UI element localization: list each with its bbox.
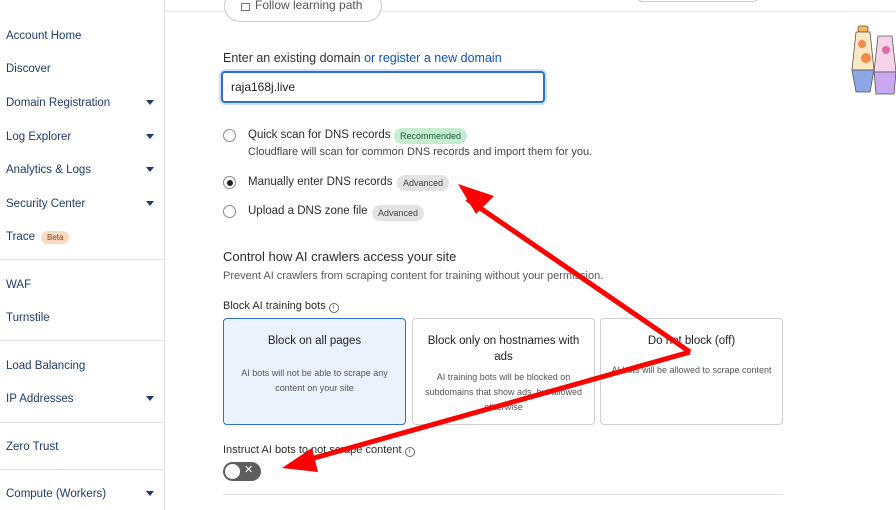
annotation-arrowhead [282,448,318,472]
annotation-overlay [282,184,692,472]
annotation-arrow-line [299,349,691,465]
annotation-arrow-line [465,196,692,355]
annotation-arrowhead [458,184,494,214]
